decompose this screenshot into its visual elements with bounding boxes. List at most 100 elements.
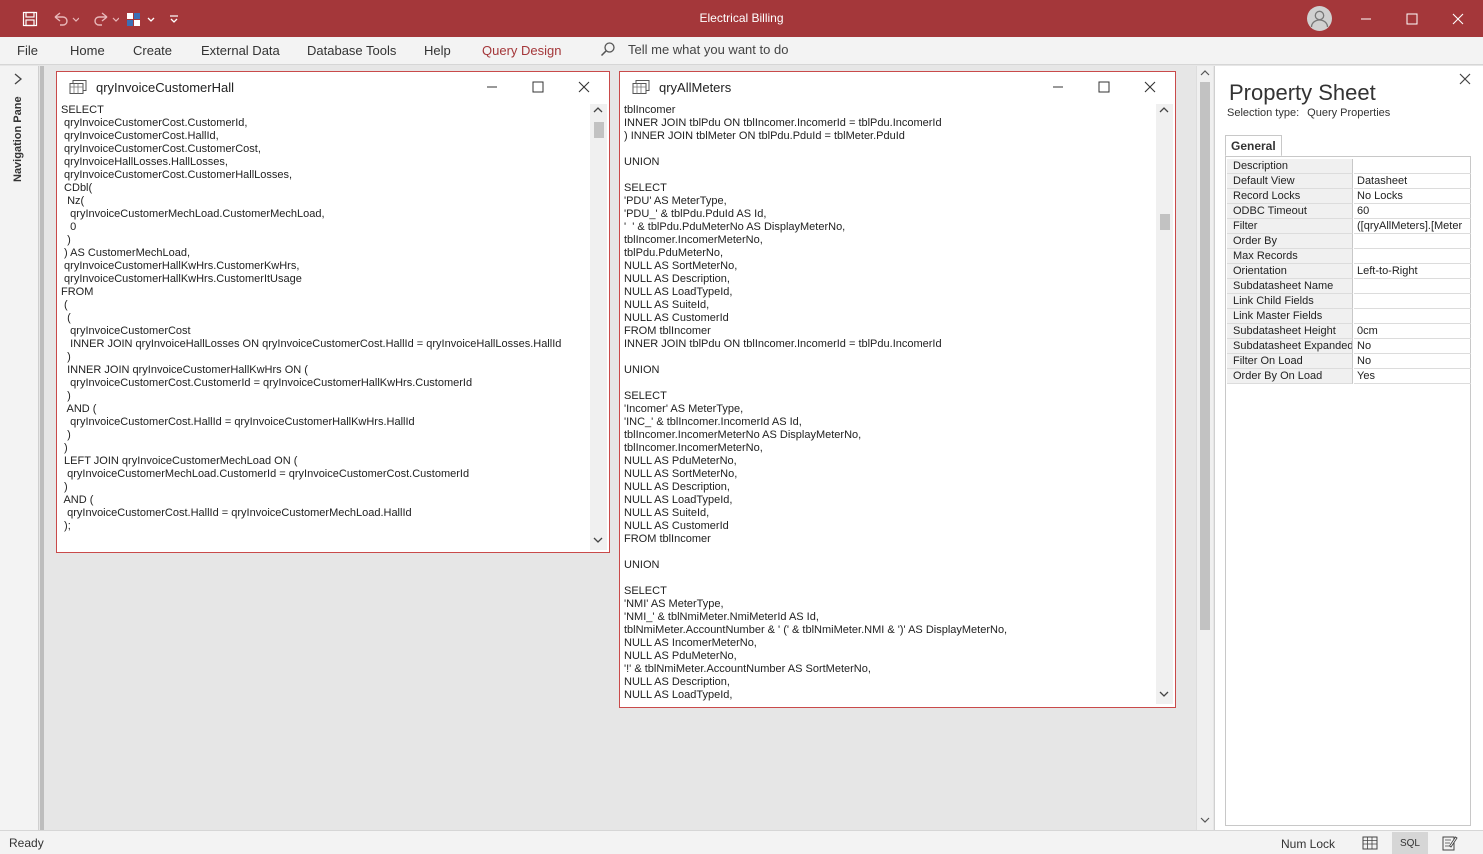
sql-editor[interactable]: SELECT qryInvoiceCustomerCost.CustomerId… [61, 104, 591, 544]
property-name: Link Master Fields [1227, 309, 1353, 324]
datasheet-view-icon[interactable] [1352, 832, 1388, 854]
tab-file[interactable]: File [17, 43, 38, 58]
property-sheet-title: Property Sheet [1229, 80, 1376, 105]
property-name: Subdatasheet Name [1227, 279, 1353, 294]
property-name: Filter On Load [1227, 354, 1353, 369]
property-name: Record Locks [1227, 189, 1353, 204]
selection-type-value: Query Properties [1307, 107, 1391, 119]
property-row[interactable]: Filter On Load No [1227, 354, 1471, 369]
tab-home[interactable]: Home [70, 43, 105, 58]
close-icon[interactable] [1459, 72, 1471, 90]
property-row[interactable]: Max Records [1227, 249, 1471, 264]
query-icon [632, 80, 650, 94]
navigation-pane-label[interactable]: Navigation Pane [12, 96, 24, 186]
status-bar: Ready Num Lock SQL [0, 830, 1483, 854]
property-row[interactable]: ODBC Timeout 60 [1227, 204, 1471, 219]
close-icon[interactable] [1435, 0, 1481, 37]
selection-type-label: Selection type: [1227, 107, 1300, 119]
property-row[interactable]: Filter ([qryAllMeters].[Meter [1227, 219, 1471, 234]
property-row[interactable]: Subdatasheet Height 0cm [1227, 324, 1471, 339]
maximize-icon[interactable] [1081, 72, 1127, 102]
ribbon-tabs: File Home Create External Data Database … [0, 37, 1483, 65]
vertical-scrollbar[interactable] [1156, 104, 1173, 704]
property-value[interactable] [1354, 249, 1471, 264]
sql-view[interactable]: SQL [1392, 832, 1428, 854]
property-value[interactable]: No [1354, 354, 1471, 369]
tab-external-data[interactable]: External Data [201, 43, 280, 58]
property-name: Subdatasheet Height [1227, 324, 1353, 339]
property-name: Order By [1227, 234, 1353, 249]
selection-type: Selection type: Query Properties [1227, 107, 1390, 119]
property-row[interactable]: Orientation Left-to-Right [1227, 264, 1471, 279]
design-view-icon[interactable] [1432, 832, 1468, 854]
property-value[interactable]: Yes [1354, 369, 1471, 384]
property-value[interactable]: No [1354, 339, 1471, 354]
tab-query-design[interactable]: Query Design [482, 43, 561, 58]
property-value[interactable]: 0cm [1354, 324, 1471, 339]
chevron-right-icon[interactable] [13, 72, 23, 88]
tab-database-tools[interactable]: Database Tools [307, 43, 396, 58]
minimize-icon[interactable] [1035, 72, 1081, 102]
title-bar: Electrical Billing [0, 0, 1483, 37]
chevron-up-icon[interactable] [1159, 106, 1169, 117]
property-value[interactable] [1354, 279, 1471, 294]
property-value[interactable]: 60 [1354, 204, 1471, 219]
navigation-pane[interactable]: Navigation Pane [0, 66, 39, 830]
property-value[interactable]: No Locks [1354, 189, 1471, 204]
window-header[interactable]: qryInvoiceCustomerHall [57, 72, 609, 102]
property-value[interactable]: Datasheet [1354, 174, 1471, 189]
query-icon [69, 80, 87, 94]
property-value[interactable] [1354, 159, 1471, 174]
workspace-scrollbar[interactable] [1196, 66, 1213, 830]
property-row[interactable]: Order By On Load Yes [1227, 369, 1471, 384]
property-row[interactable]: Record Locks No Locks [1227, 189, 1471, 204]
chevron-up-icon[interactable] [593, 106, 603, 117]
tab-help[interactable]: Help [424, 43, 451, 58]
num-lock-indicator: Num Lock [1281, 837, 1336, 851]
avatar[interactable] [1307, 6, 1332, 31]
property-row[interactable]: Subdatasheet Name [1227, 279, 1471, 294]
sql-window-qryinvoicecustomerhall[interactable]: qryInvoiceCustomerHall SELECT qryInvoice… [56, 71, 610, 553]
window-header[interactable]: qryAllMeters [620, 72, 1175, 102]
minimize-icon[interactable] [1343, 0, 1389, 37]
property-row[interactable]: Description [1227, 159, 1471, 174]
property-sheet: Property Sheet Selection type: Query Prop… [1214, 66, 1483, 830]
property-name: Orientation [1227, 264, 1353, 279]
property-row[interactable]: Subdatasheet Expanded No [1227, 339, 1471, 354]
tell-me-search[interactable]: Tell me what you want to do [600, 41, 788, 57]
sql-window-qryallmeters[interactable]: qryAllMeters tblIncomer INNER JOIN tblPd… [619, 71, 1176, 708]
tab-create[interactable]: Create [133, 43, 172, 58]
maximize-icon[interactable] [1389, 0, 1435, 37]
chevron-up-icon[interactable] [1200, 69, 1210, 79]
window-title: qryInvoiceCustomerHall [96, 80, 234, 95]
property-value[interactable]: ([qryAllMeters].[Meter [1354, 219, 1471, 234]
property-row[interactable]: Link Child Fields [1227, 294, 1471, 309]
search-icon [600, 42, 615, 57]
chevron-down-icon[interactable] [1159, 690, 1169, 701]
tell-me-text: Tell me what you want to do [628, 41, 789, 57]
property-value[interactable]: Left-to-Right [1354, 264, 1471, 279]
tab-general[interactable]: General [1225, 135, 1282, 157]
property-name: Max Records [1227, 249, 1353, 264]
property-value[interactable] [1354, 234, 1471, 249]
chevron-down-icon[interactable] [593, 536, 603, 547]
chevron-down-icon[interactable] [1200, 816, 1210, 826]
property-row[interactable]: Default View Datasheet [1227, 174, 1471, 189]
sql-editor[interactable]: tblIncomer INNER JOIN tblPdu ON tblIncom… [624, 104, 1154, 702]
maximize-icon[interactable] [515, 72, 561, 102]
vertical-scrollbar[interactable] [590, 104, 607, 550]
property-name: Default View [1227, 174, 1353, 189]
property-value[interactable] [1354, 309, 1471, 324]
status-text: Ready [9, 836, 44, 850]
scrollbar-thumb[interactable] [1200, 82, 1210, 630]
property-name: Description [1227, 159, 1353, 174]
scrollbar-thumb[interactable] [594, 122, 604, 138]
close-icon[interactable] [1127, 72, 1173, 102]
property-row[interactable]: Order By [1227, 234, 1471, 249]
property-name: Order By On Load [1227, 369, 1353, 384]
scrollbar-thumb[interactable] [1160, 214, 1170, 230]
close-icon[interactable] [561, 72, 607, 102]
property-value[interactable] [1354, 294, 1471, 309]
property-row[interactable]: Link Master Fields [1227, 309, 1471, 324]
minimize-icon[interactable] [469, 72, 515, 102]
